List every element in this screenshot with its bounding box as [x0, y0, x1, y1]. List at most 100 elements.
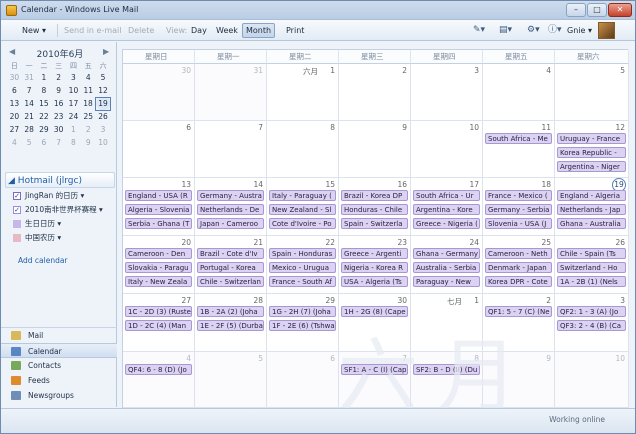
minimize-button[interactable]: –: [566, 3, 586, 17]
day-cell[interactable]: 16 Brazil - Korea DP Honduras - Chile Spain…: [339, 178, 411, 236]
calendar-event[interactable]: France - Mexico (: [485, 190, 552, 201]
calendar-event[interactable]: Greece - Nigeria (: [413, 218, 480, 229]
calendar-event[interactable]: Cameroon - Neth: [485, 248, 552, 259]
calendar-event[interactable]: Ghana - Germany: [413, 248, 480, 259]
calendar-event[interactable]: Brazil - Cote d'Iv: [197, 248, 264, 259]
calendar-event[interactable]: Honduras - Chile: [341, 204, 408, 215]
calendar-event[interactable]: Paraguay - New: [413, 276, 480, 287]
day-cell[interactable]: 6: [267, 352, 339, 408]
calendar-event[interactable]: Japan - Cameroo: [197, 218, 264, 229]
mini-day[interactable]: 11: [81, 84, 96, 97]
day-cell[interactable]: 9: [339, 121, 411, 178]
mini-day[interactable]: 9: [51, 84, 66, 97]
day-cell[interactable]: 4 QF4: 6 - 8 (D) (Jo: [123, 352, 195, 408]
mini-day[interactable]: 22: [37, 110, 52, 123]
calendar-event[interactable]: 1B - 2A (2) (Joha: [197, 306, 264, 317]
calendar-event[interactable]: Netherlands - De: [197, 204, 264, 215]
mini-day[interactable]: 23: [51, 110, 66, 123]
calendar-event[interactable]: 1D - 2C (4) (Man: [125, 320, 192, 331]
user-menu[interactable]: Gnie ▾: [564, 23, 595, 38]
pen-icon[interactable]: ✎▾: [473, 24, 485, 37]
mini-day[interactable]: 5: [22, 136, 37, 149]
calendar-event[interactable]: Algeria - Slovenia: [125, 204, 192, 215]
mini-day[interactable]: 12: [96, 84, 111, 97]
day-cell[interactable]: 7 SF1: A - C (I) (Cap: [339, 352, 411, 408]
mini-day[interactable]: 1: [66, 123, 81, 136]
mini-day[interactable]: 18: [81, 97, 96, 110]
calendar-event[interactable]: Nigeria - Korea R: [341, 262, 408, 273]
mini-day[interactable]: 13: [7, 97, 22, 110]
mini-day[interactable]: 15: [37, 97, 52, 110]
calendar-event[interactable]: 1G - 2H (7) (Joha: [269, 306, 336, 317]
calendar-event[interactable]: Germany - Austra: [197, 190, 264, 201]
calendar-event[interactable]: SF2: B - D (II) (Du: [413, 364, 480, 375]
day-cell[interactable]: 1 七月: [411, 294, 483, 352]
week-view-button[interactable]: Week: [213, 23, 241, 38]
close-button[interactable]: ✕: [608, 3, 632, 17]
day-cell[interactable]: 14 Germany - Austra Netherlands - De Japan …: [195, 178, 267, 236]
calendar-event[interactable]: 1F - 2E (6) (Tshwa: [269, 320, 336, 331]
calendar-event[interactable]: New Zealand - Sl: [269, 204, 336, 215]
calendar-event[interactable]: Chile - Switzerlan: [197, 276, 264, 287]
day-cell[interactable]: 22 Spain - Honduras Mexico - Urugua France …: [267, 236, 339, 294]
mini-day[interactable]: 10: [66, 84, 81, 97]
day-cell[interactable]: 10: [555, 352, 629, 408]
day-cell[interactable]: 7: [195, 121, 267, 178]
mini-day[interactable]: 30: [51, 123, 66, 136]
day-cell[interactable]: 18 France - Mexico (Germany - Serbia Slove…: [483, 178, 555, 236]
calendar-event[interactable]: 1A - 2B (1) (Nels: [557, 276, 626, 287]
day-cell[interactable]: 27 1C - 2D (3) (Ruste 1D - 2C (4) (Man: [123, 294, 195, 352]
calendar-event[interactable]: Spain - Switzerla: [341, 218, 408, 229]
calendar-event[interactable]: Greece - Argenti: [341, 248, 408, 259]
day-cell[interactable]: 30 1H - 2G (8) (Cape: [339, 294, 411, 352]
calendar-event[interactable]: France - South Af: [269, 276, 336, 287]
mini-day[interactable]: 6: [37, 136, 52, 149]
nav-item-contacts[interactable]: Contacts: [1, 358, 117, 373]
day-cell[interactable]: 12 Uruguay - France Korea Republic - Argent…: [555, 121, 629, 178]
delete-button[interactable]: Delete: [125, 23, 157, 38]
calendar-event[interactable]: Netherlands - Jap: [557, 204, 626, 215]
layout-icon[interactable]: ▤▾: [499, 24, 512, 37]
calendar-event[interactable]: Argentina - Niger: [557, 161, 626, 172]
calendar-checkbox[interactable]: [13, 234, 21, 242]
mini-day[interactable]: 5: [96, 71, 111, 84]
month-view-button[interactable]: Month: [242, 23, 276, 38]
mini-day[interactable]: 10: [96, 136, 111, 149]
calendar-event[interactable]: Argentina - Kore: [413, 204, 480, 215]
mini-day[interactable]: 4: [81, 71, 96, 84]
nav-item-mail[interactable]: Mail: [1, 328, 117, 343]
calendar-event[interactable]: QF2: 1 - 3 (A) (Jo: [557, 306, 626, 317]
mini-day[interactable]: 28: [22, 123, 37, 136]
mini-day[interactable]: 7: [51, 136, 66, 149]
calendar-item[interactable]: 中国农历 ▾: [5, 231, 115, 244]
mini-day[interactable]: 9: [81, 136, 96, 149]
maximize-button[interactable]: □: [587, 3, 607, 17]
calendar-event[interactable]: USA - Algeria (Ts: [341, 276, 408, 287]
prev-month-arrow-icon[interactable]: ◀: [9, 47, 15, 56]
mini-day[interactable]: 25: [81, 110, 96, 123]
calendar-event[interactable]: South Africa - Ur: [413, 190, 480, 201]
calendar-event[interactable]: Slovakia - Paragu: [125, 262, 192, 273]
calendar-item[interactable]: ✓ 2010南非世界杯赛程 ▾: [5, 203, 115, 216]
calendar-event[interactable]: Denmark - Japan: [485, 262, 552, 273]
day-cell[interactable]: 2: [339, 64, 411, 121]
mini-day[interactable]: 29: [37, 123, 52, 136]
print-button[interactable]: Print: [283, 23, 307, 38]
user-avatar[interactable]: [598, 22, 615, 39]
mini-day[interactable]: 30: [7, 71, 22, 84]
calendar-event[interactable]: England - Algeria: [557, 190, 626, 201]
mini-day[interactable]: 6: [7, 84, 22, 97]
day-cell[interactable]: 19 England - Algeria Netherlands - Jap Ghan…: [555, 178, 629, 236]
mini-day[interactable]: 17: [66, 97, 81, 110]
mini-day[interactable]: 1: [37, 71, 52, 84]
day-cell[interactable]: 31: [195, 64, 267, 121]
calendar-checkbox[interactable]: [13, 220, 21, 228]
nav-item-calendar[interactable]: Calendar: [1, 343, 117, 358]
send-email-button[interactable]: Send in e-mail: [61, 23, 124, 38]
calendar-item[interactable]: 生日日历 ▾: [5, 217, 115, 230]
calendar-event[interactable]: SF1: A - C (I) (Cap: [341, 364, 408, 375]
mini-day[interactable]: 20: [7, 110, 22, 123]
help-icon[interactable]: ⓘ▾: [548, 24, 562, 37]
mini-day[interactable]: 27: [7, 123, 22, 136]
day-cell[interactable]: 20 Cameroon - Den Slovakia - Paragu Italy -…: [123, 236, 195, 294]
